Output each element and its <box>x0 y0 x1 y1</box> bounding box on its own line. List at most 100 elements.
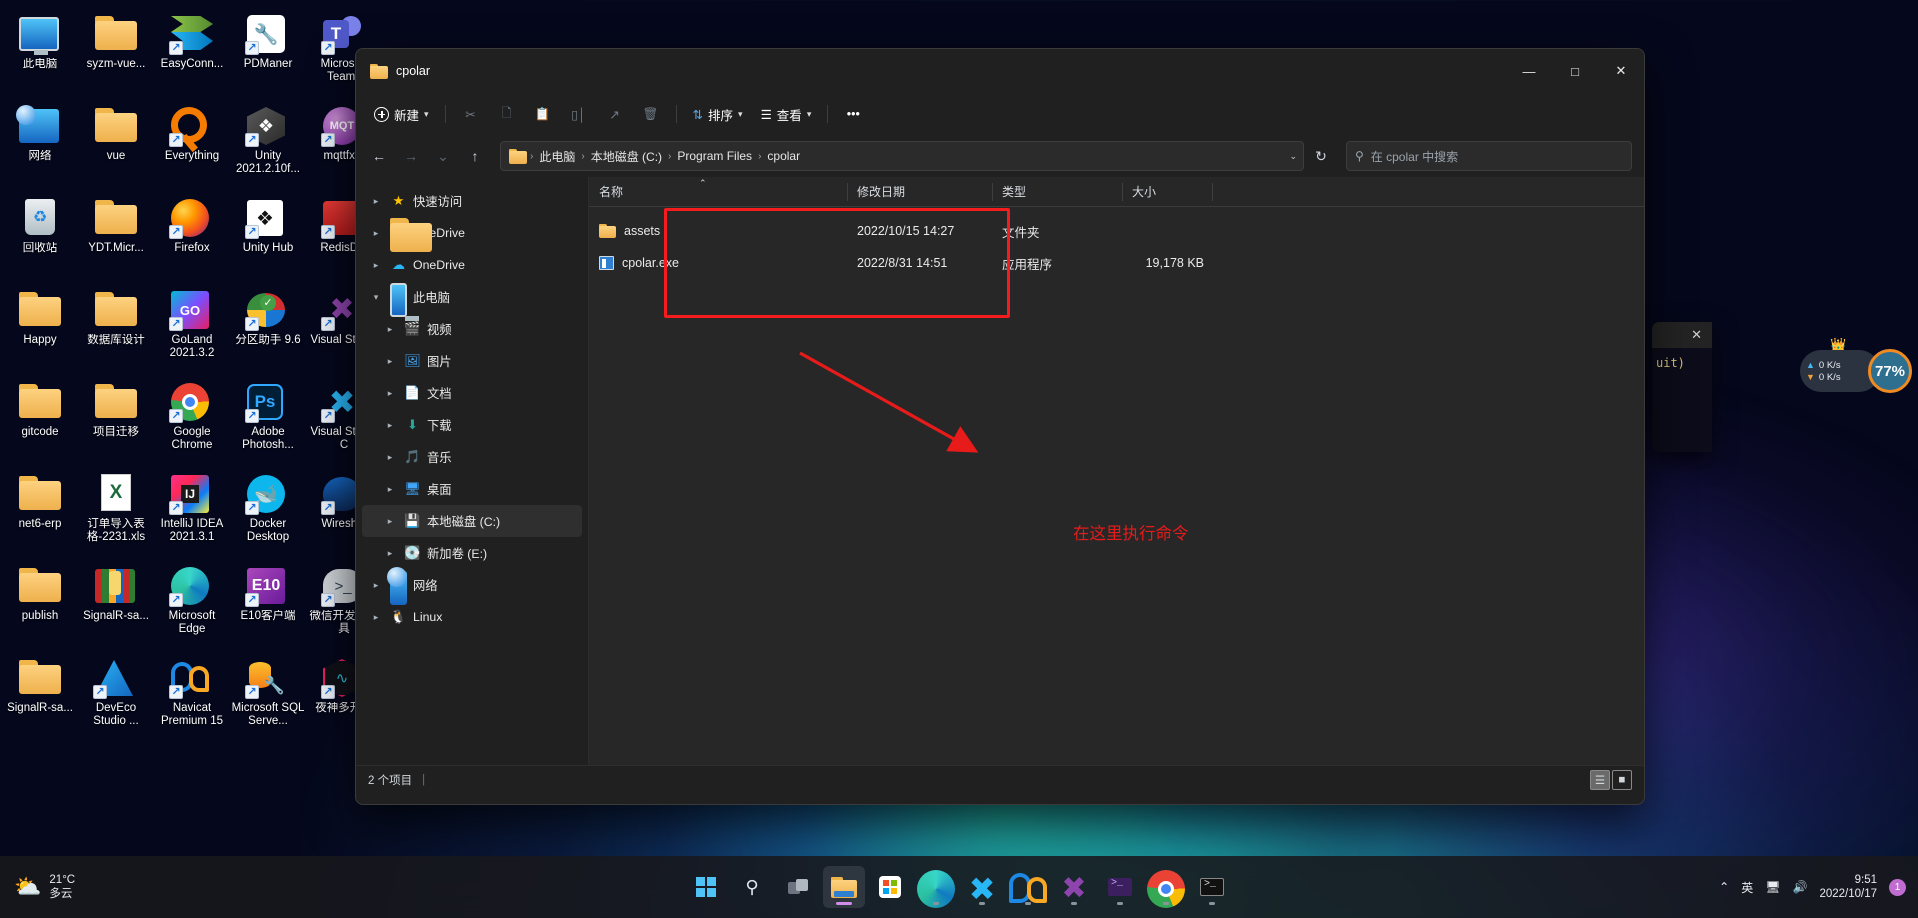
explorer-toolbar[interactable]: 新建 ▾ ✂ 🗋 📋 ▯│ ↗ 🗑 ⇅ 排序 ▾ ☰ 查看 ▾ ••• <box>356 93 1644 135</box>
explorer-navigation-row[interactable]: ← → ⌄ ↑ › 此电脑 › 本地磁盘 (C:) › Program Files › cpo… <box>356 135 1644 177</box>
desktop-icon[interactable]: publish <box>2 558 78 650</box>
sidebar-item-本地磁盘C[interactable]: ▸ 💾 本地磁盘 (C:) <box>362 505 582 537</box>
address-dropdown-icon[interactable]: ⌄ <box>1289 151 1297 162</box>
column-headers[interactable]: 名称 ⌃ 修改日期 类型 大小 <box>589 177 1644 207</box>
desktop-icon[interactable]: 此电脑 <box>2 6 78 98</box>
chevron-right-icon[interactable]: ▸ <box>382 356 398 367</box>
sidebar-item-桌面[interactable]: ▸ 🖥 桌面 <box>362 473 582 505</box>
sidebar-item-OneDrive[interactable]: ▸ OneDrive <box>362 217 582 252</box>
desktop-icon[interactable]: ✓ 分区助手 9.6 <box>230 282 306 374</box>
sidebar-item-快速访问[interactable]: ▸ ★ 快速访问 <box>362 185 582 217</box>
sidebar-item-网络[interactable]: ▸ 网络 <box>362 566 582 605</box>
navigation-pane[interactable]: ▸ ★ 快速访问 ▸ OneDrive ▸ ☁ OneDrive ▾ 此电脑 ▸ 🎬 视频 ▸ 🖼 图片 ▸ 📄 文… <box>356 177 589 765</box>
chevron-right-icon[interactable]: ▸ <box>368 612 384 623</box>
chevron-right-icon[interactable]: ▸ <box>382 548 398 559</box>
navicat[interactable] <box>1007 866 1049 908</box>
system-tray[interactable]: ⌃ 英 🖥 🔊 9:51 2022/10/17 1 <box>1719 873 1906 901</box>
delete-button[interactable]: 🗑 <box>634 98 668 130</box>
minimize-button[interactable]: — <box>1506 49 1552 93</box>
desktop-icon[interactable]: Firefox <box>154 190 230 282</box>
list-view-icon[interactable]: ■ <box>1612 769 1632 790</box>
sidebar-item-视频[interactable]: ▸ 🎬 视频 <box>362 313 582 345</box>
search-input[interactable]: ⚲ 在 cpolar 中搜索 <box>1346 141 1632 171</box>
task-view-button[interactable] <box>777 866 819 908</box>
forward-button[interactable]: → <box>396 141 426 171</box>
file-rows[interactable]: assets 2022/10/15 14:27 文件夹 cpolar.exe 2022/… <box>589 207 1644 765</box>
chevron-right-icon[interactable]: ▸ <box>368 228 384 239</box>
cell-name[interactable]: cpolar.exe <box>589 256 847 270</box>
desktop-icon[interactable]: 🐋 Docker Desktop <box>230 466 306 558</box>
refresh-button[interactable]: ↻ <box>1306 141 1336 171</box>
chevron-right-icon[interactable]: ▸ <box>382 516 398 527</box>
desktop-icon[interactable]: vue <box>78 98 154 190</box>
file-explorer-window[interactable]: cpolar — □ ✕ 新建 ▾ ✂ 🗋 📋 ▯│ ↗ 🗑 ⇅ 排序 ▾ ☰ … <box>355 48 1645 805</box>
google-chrome[interactable] <box>1145 866 1187 908</box>
breadcrumb-item[interactable]: cpolar <box>762 147 805 165</box>
chevron-right-icon[interactable]: ▸ <box>368 260 384 271</box>
sidebar-item-下载[interactable]: ▸ ⬇ 下载 <box>362 409 582 441</box>
desktop-icon[interactable]: Happy <box>2 282 78 374</box>
sidebar-item-图片[interactable]: ▸ 🖼 图片 <box>362 345 582 377</box>
column-header-name[interactable]: 名称 ⌃ <box>589 177 847 207</box>
desktop-icon[interactable]: 网络 <box>2 98 78 190</box>
terminal[interactable]: >_ <box>1099 866 1141 908</box>
network-speed-widget[interactable]: 👑 ▲ 0 K/s ▼ 0 K/s 77% <box>1800 337 1912 393</box>
desktop-icon[interactable]: Navicat Premium 15 <box>154 650 230 742</box>
tray-overflow-button[interactable]: ⌃ <box>1719 880 1729 894</box>
share-button[interactable]: ↗ <box>598 98 632 130</box>
clock[interactable]: 9:51 2022/10/17 <box>1819 873 1877 901</box>
chevron-right-icon[interactable]: ▸ <box>382 452 398 463</box>
file-list-pane[interactable]: 名称 ⌃ 修改日期 类型 大小 assets 2022/10/15 14:27 文件… <box>589 177 1644 765</box>
desktop-icon[interactable]: 🔧 PDManer <box>230 6 306 98</box>
memory-percent-gauge[interactable]: 77% <box>1868 349 1912 393</box>
background-terminal-window[interactable]: ✕ uit) <box>1652 322 1712 452</box>
column-header-type[interactable]: 类型 <box>992 177 1122 207</box>
new-button[interactable]: 新建 ▾ <box>366 98 437 130</box>
explorer-titlebar[interactable]: cpolar — □ ✕ <box>356 49 1644 93</box>
desktop-icon[interactable]: DevEco Studio ... <box>78 650 154 742</box>
chevron-right-icon[interactable]: ▸ <box>382 388 398 399</box>
network-tray-icon[interactable]: 🖥 <box>1765 880 1780 894</box>
desktop-icon[interactable]: E10 E10客户端 <box>230 558 306 650</box>
breadcrumb-item[interactable]: 此电脑 <box>534 146 580 167</box>
desktop-icon[interactable]: Everything <box>154 98 230 190</box>
more-options-button[interactable]: ••• <box>836 98 870 130</box>
address-bar[interactable]: › 此电脑 › 本地磁盘 (C:) › Program Files › cpolar ⌄ <box>500 141 1304 171</box>
sidebar-item-OneDrive[interactable]: ▸ ☁ OneDrive <box>362 249 582 281</box>
file-explorer[interactable] <box>823 866 865 908</box>
sort-button[interactable]: ⇅ 排序 ▾ <box>685 98 751 130</box>
desktop-icon[interactable]: Ps Adobe Photosh... <box>230 374 306 466</box>
cell-name[interactable]: assets <box>589 224 847 238</box>
visual-studio[interactable]: ✖ <box>1053 866 1095 908</box>
desktop-icon[interactable]: SignalR-sa... <box>78 558 154 650</box>
up-button[interactable]: ↑ <box>460 141 490 171</box>
back-button[interactable]: ← <box>364 141 394 171</box>
sidebar-item-Linux[interactable]: ▸ 🐧 Linux <box>362 601 582 633</box>
sidebar-item-新加卷E[interactable]: ▸ 💽 新加卷 (E:) <box>362 537 582 569</box>
start-button[interactable] <box>685 866 727 908</box>
close-icon[interactable]: ✕ <box>1691 327 1702 343</box>
chevron-right-icon[interactable]: ▸ <box>368 580 384 591</box>
column-header-extra[interactable] <box>1212 177 1252 207</box>
desktop-icon[interactable]: GO GoLand 2021.3.2 <box>154 282 230 374</box>
details-view-icon[interactable]: ☰ <box>1590 769 1610 790</box>
desktop-icon[interactable]: syzm-vue... <box>78 6 154 98</box>
breadcrumb-item[interactable]: 本地磁盘 (C:) <box>586 146 667 167</box>
microsoft-store[interactable] <box>869 866 911 908</box>
table-row[interactable]: cpolar.exe 2022/8/31 14:51 应用程序 19,178 KB <box>589 247 1644 279</box>
desktop-icon[interactable]: gitcode <box>2 374 78 466</box>
rename-button[interactable]: ▯│ <box>562 98 596 130</box>
chevron-right-icon[interactable]: ▸ <box>382 420 398 431</box>
desktop-icon[interactable]: EasyConn... <box>154 6 230 98</box>
sidebar-item-文档[interactable]: ▸ 📄 文档 <box>362 377 582 409</box>
desktop-icon[interactable]: YDT.Micr... <box>78 190 154 282</box>
copy-button[interactable]: 🗋 <box>490 98 524 130</box>
chevron-right-icon[interactable]: ▸ <box>368 196 384 207</box>
breadcrumb[interactable]: › 此电脑 › 本地磁盘 (C:) › Program Files › cpolar <box>529 146 805 167</box>
breadcrumb-item[interactable]: Program Files <box>672 147 757 165</box>
volume-icon[interactable]: 🔊 <box>1792 880 1807 894</box>
ime-indicator[interactable]: 英 <box>1741 879 1753 896</box>
desktop-icon[interactable]: SignalR-sa... <box>2 650 78 742</box>
sidebar-item-此电脑[interactable]: ▾ 此电脑 <box>362 281 582 321</box>
desktop-icon[interactable]: ❖ Unity 2021.2.10f... <box>230 98 306 190</box>
